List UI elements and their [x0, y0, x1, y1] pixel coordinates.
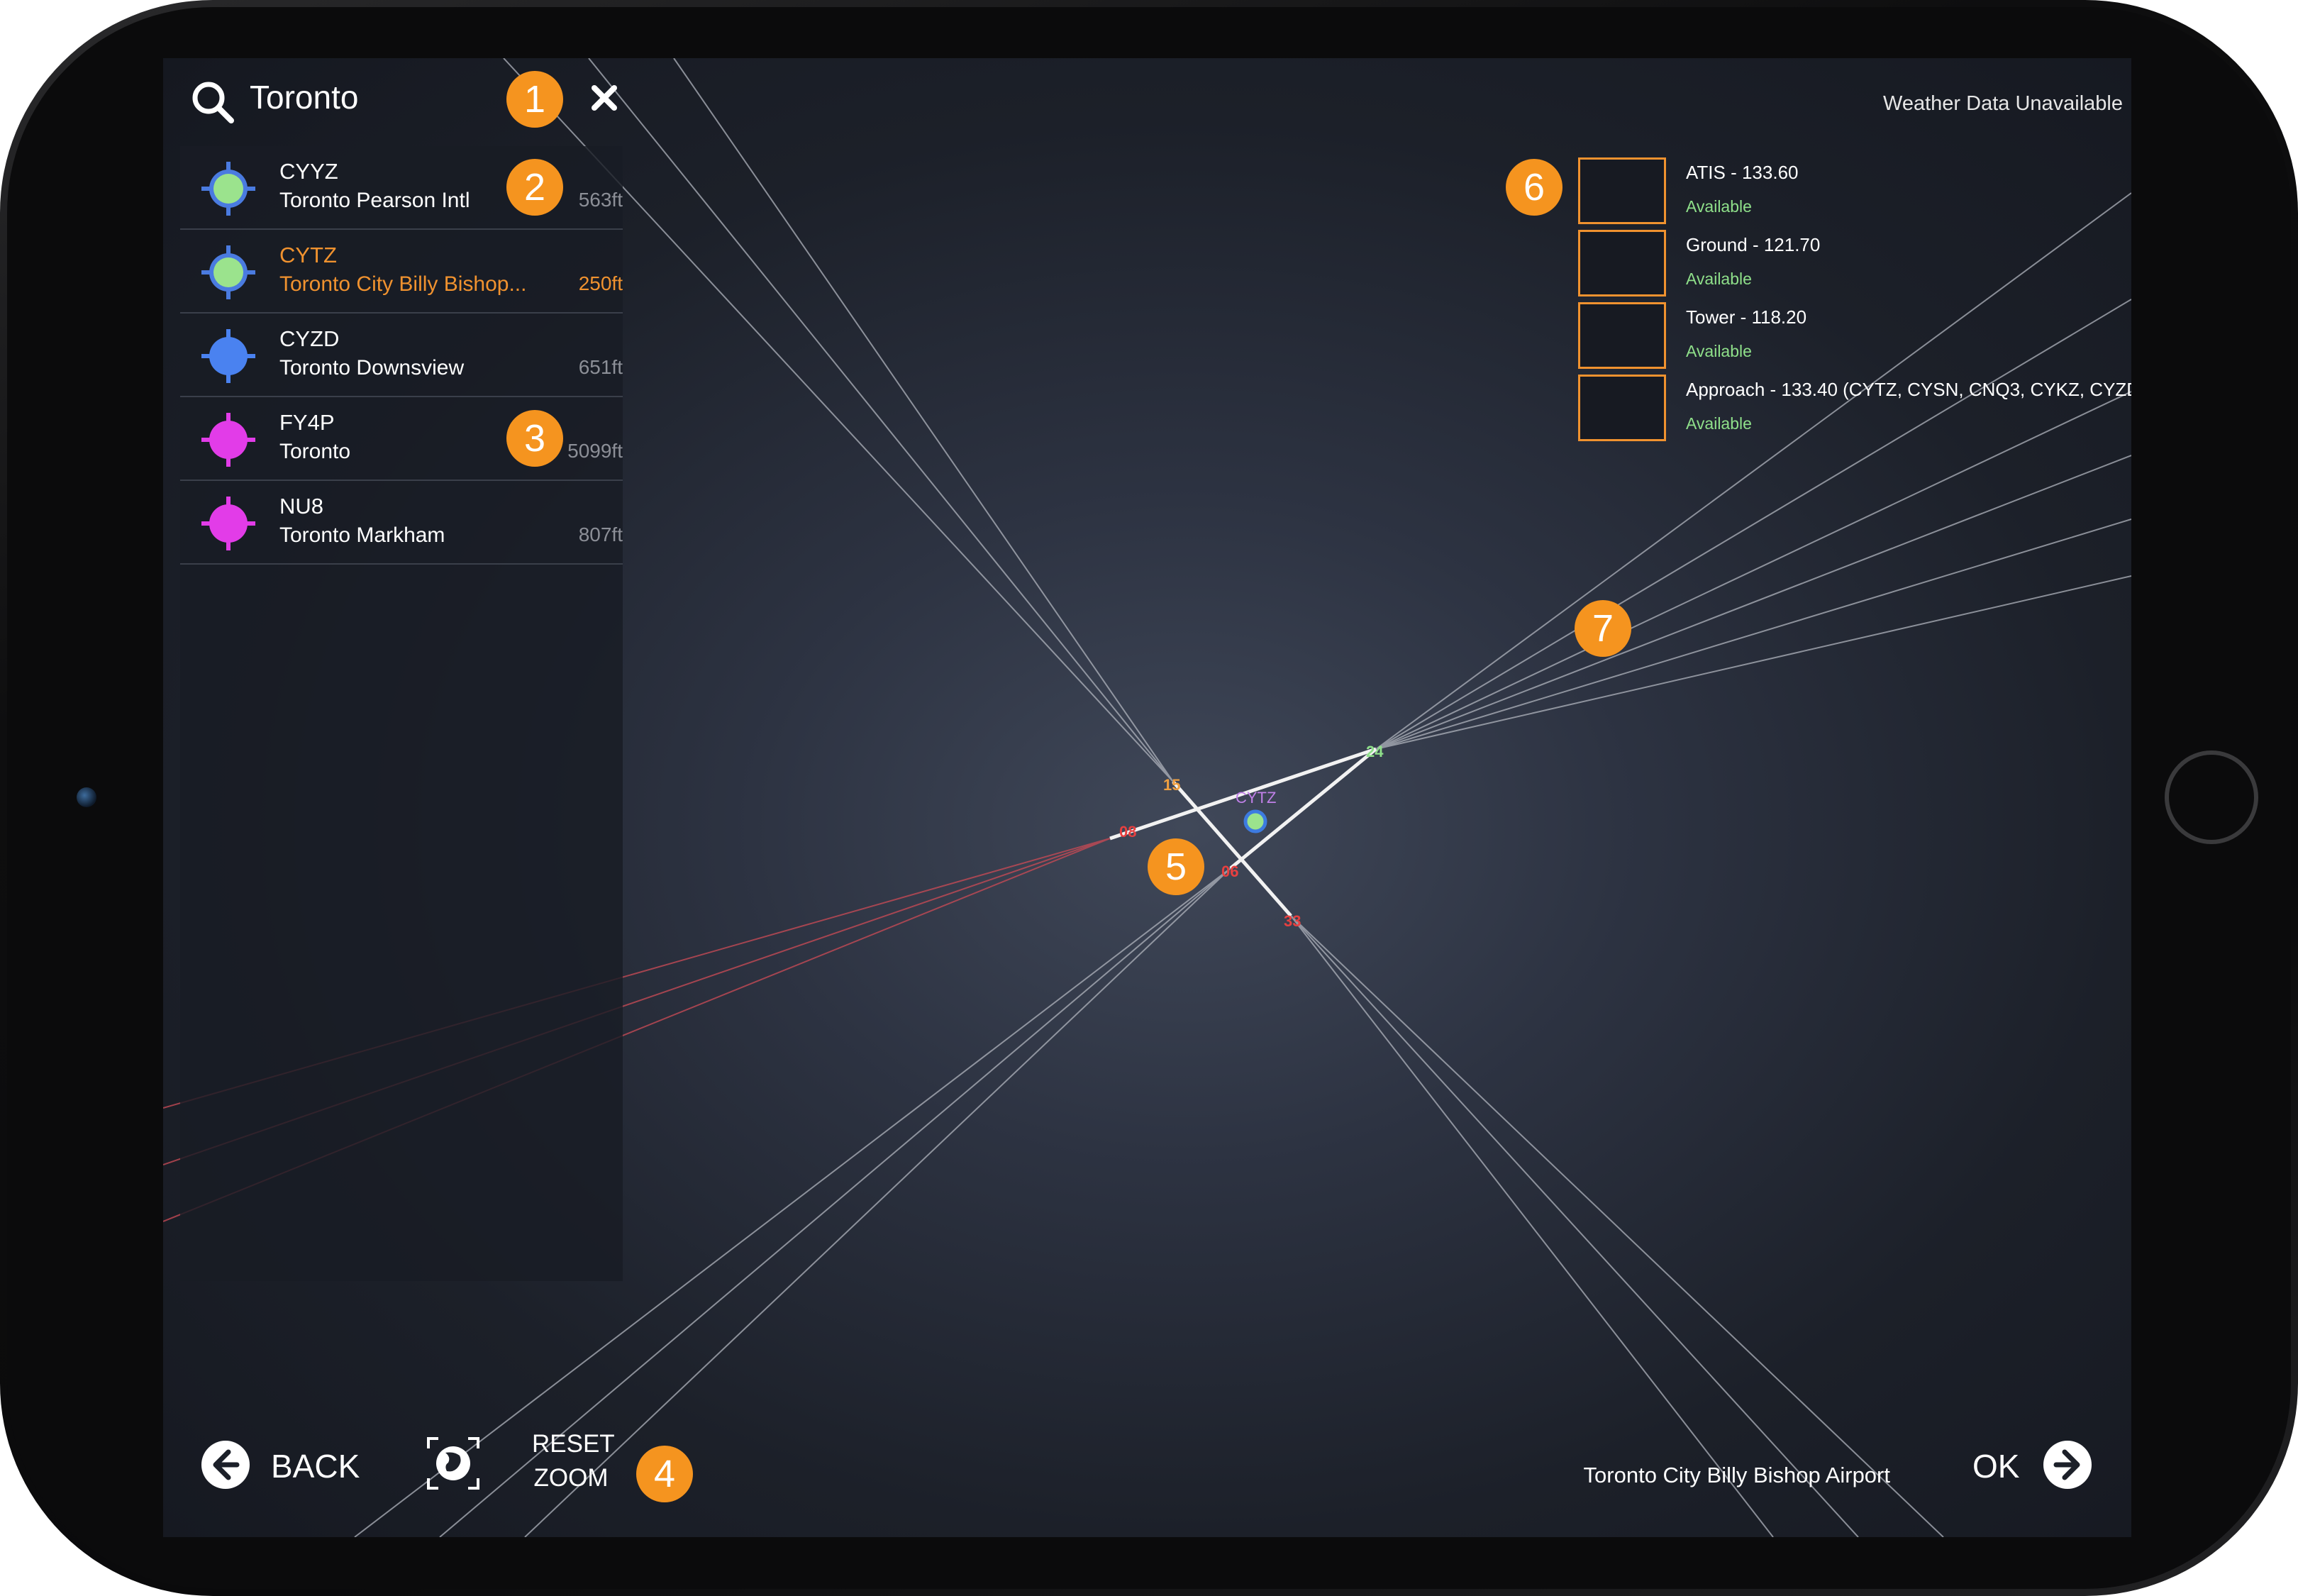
- frequency-name: ATIS - 133.60: [1686, 162, 1799, 183]
- frequency-approach[interactable]: Approach - 133.40 (CYTZ, CYSN, CNQ3, CYK…: [1578, 375, 2131, 445]
- runway-label-06: 06: [1221, 863, 1238, 880]
- arrow-left-icon: [201, 1441, 250, 1489]
- airport-marker-icon: [201, 497, 255, 550]
- airport-name: Toronto Downsview: [279, 356, 465, 379]
- frequency-name: Approach - 133.40 (CYTZ, CYSN, CNQ3, CYK…: [1686, 379, 2131, 400]
- frequency-select-box[interactable]: [1578, 157, 1666, 224]
- airport-marker-icon: [201, 162, 255, 216]
- airport-elevation: 250ft: [578, 272, 623, 294]
- airport-name: Toronto City Billy Bishop...: [279, 272, 527, 296]
- airport-name: Toronto Pearson Intl: [279, 189, 470, 212]
- callout-badge: 2: [506, 159, 563, 216]
- approach-line: [1290, 915, 1774, 1537]
- back-button[interactable]: BACK: [200, 1436, 370, 1492]
- reset-zoom-label: RESET ZOOM: [532, 1427, 615, 1495]
- close-icon[interactable]: [589, 82, 620, 113]
- reset-zoom-label-line1: RESET: [532, 1430, 615, 1458]
- callout-badge: 6: [1506, 159, 1562, 216]
- frequency-name: Ground - 121.70: [1686, 234, 1821, 255]
- frequency-select-box[interactable]: [1578, 230, 1666, 297]
- frequency-tower[interactable]: Tower - 118.20 Available: [1578, 302, 2117, 373]
- search-icon[interactable]: [190, 79, 235, 125]
- approach-line: [673, 58, 1174, 782]
- airport-name: Toronto Markham: [279, 523, 445, 547]
- frequency-name: Tower - 118.20: [1686, 306, 1807, 328]
- callout-badge: 7: [1575, 600, 1631, 657]
- tablet-frame: CYTZ 15 24 08 06 33 Toronto CYYZ Toronto…: [0, 0, 2298, 1596]
- callout-badge: 5: [1148, 838, 1204, 895]
- map-airport-label: CYTZ: [1236, 789, 1276, 807]
- airport-marker[interactable]: [1243, 809, 1267, 833]
- runway-06-24: [1229, 748, 1377, 870]
- front-camera: [77, 787, 96, 807]
- app-screen: CYTZ 15 24 08 06 33 Toronto CYYZ Toronto…: [163, 58, 2131, 1537]
- frequency-status: Available: [1686, 414, 1752, 433]
- airport-code: NU8: [279, 494, 324, 519]
- frequency-select-box[interactable]: [1578, 302, 1666, 369]
- airport-code: CYYZ: [279, 159, 338, 184]
- approach-line: [1375, 519, 2131, 750]
- arrow-right-icon: [2043, 1441, 2092, 1489]
- runway-label-24: 24: [1366, 743, 1384, 760]
- airport-elevation: 5099ft: [567, 440, 623, 462]
- frequency-atis[interactable]: ATIS - 133.60 Available: [1578, 157, 2117, 228]
- frequency-select-box[interactable]: [1578, 375, 1666, 441]
- ok-label: OK: [1972, 1448, 2020, 1485]
- runway-label-33: 33: [1284, 912, 1301, 930]
- airport-code: CYTZ: [279, 243, 337, 267]
- airport-marker-icon: [201, 413, 255, 467]
- approach-line: [1290, 915, 1859, 1537]
- globe-icon: [427, 1437, 479, 1490]
- callout-badge: 3: [506, 410, 563, 467]
- frequency-status: Available: [1686, 197, 1752, 216]
- reset-zoom-button[interactable]: RESET ZOOM: [426, 1427, 660, 1498]
- back-label: BACK: [271, 1448, 360, 1485]
- callout-badge: 1: [506, 71, 563, 128]
- frequency-status: Available: [1686, 270, 1752, 288]
- home-button[interactable]: [2165, 750, 2258, 844]
- airport-name: Toronto: [279, 440, 351, 463]
- frequency-status: Available: [1686, 342, 1752, 360]
- runway-label-08: 08: [1119, 823, 1136, 841]
- airport-elevation: 807ft: [578, 523, 623, 545]
- runway-label-15: 15: [1163, 776, 1180, 794]
- airport-code: FY4P: [279, 410, 335, 435]
- airport-elevation: 651ft: [578, 356, 623, 378]
- selected-airport-name: Toronto City Billy Bishop Airport: [1583, 1463, 1890, 1487]
- reset-zoom-label-line2: ZOOM: [533, 1464, 609, 1492]
- result-item-cytz[interactable]: CYTZ Toronto City Billy Bishop... 250ft: [180, 230, 623, 314]
- ok-button[interactable]: OK: [1972, 1436, 2093, 1492]
- airport-marker-icon: [201, 329, 255, 383]
- airport-elevation: 563ft: [578, 189, 623, 211]
- weather-status: Weather Data Unavailable: [1883, 92, 2123, 115]
- airport-code: CYZD: [279, 326, 340, 351]
- search-input[interactable]: [250, 75, 498, 119]
- approach-line: [588, 58, 1174, 782]
- airport-marker-icon: [201, 245, 255, 299]
- result-item-nu8[interactable]: NU8 Toronto Markham 807ft: [180, 481, 623, 565]
- result-item-cyzd[interactable]: CYZD Toronto Downsview 651ft: [180, 314, 623, 397]
- search-results-panel: CYYZ Toronto Pearson Intl 563ft CYTZ Tor…: [180, 146, 623, 1281]
- approach-line: [1290, 915, 1944, 1537]
- frequency-ground[interactable]: Ground - 121.70 Available: [1578, 230, 2117, 301]
